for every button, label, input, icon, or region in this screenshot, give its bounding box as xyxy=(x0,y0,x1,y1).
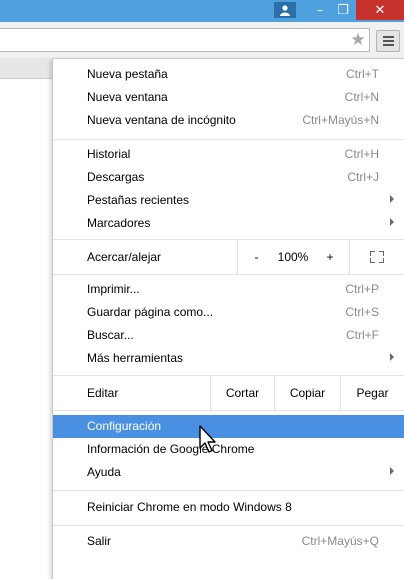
window-titlebar: – ❐ ✕ xyxy=(0,0,404,22)
menu-separator xyxy=(53,525,404,526)
zoom-in-button[interactable]: + xyxy=(311,240,349,274)
hamburger-menu-icon xyxy=(383,36,394,38)
submenu-arrow-icon xyxy=(390,195,394,203)
zoom-level: 100% xyxy=(277,250,309,264)
menu-item-relaunch-windows8[interactable]: Reiniciar Chrome en modo Windows 8 xyxy=(53,496,404,519)
menu-item-history[interactable]: Historial Ctrl+H xyxy=(53,143,404,166)
menu-item-print[interactable]: Imprimir... Ctrl+P xyxy=(53,278,404,301)
menu-item-downloads[interactable]: Descargas Ctrl+J xyxy=(53,166,404,189)
browser-toolbar: ★ xyxy=(0,22,404,59)
menu-row-edit: Editar Cortar Copiar Pegar xyxy=(53,376,404,410)
menu-row-zoom: Acercar/alejar - 100% + xyxy=(53,240,404,274)
menu-item-incognito-window[interactable]: Nueva ventana de incógnito Ctrl+Mayús+N xyxy=(53,109,404,132)
menu-item-new-tab[interactable]: Nueva pestaña Ctrl+T xyxy=(53,63,404,86)
menu-separator xyxy=(53,490,404,491)
chrome-menu-button[interactable] xyxy=(376,30,400,52)
menu-item-find[interactable]: Buscar... Ctrl+F xyxy=(53,324,404,347)
menu-separator xyxy=(53,139,404,140)
chrome-menu: Nueva pestaña Ctrl+T Nueva ventana Ctrl+… xyxy=(52,58,404,579)
menu-separator xyxy=(53,410,404,411)
menu-separator xyxy=(53,274,404,275)
menu-item-new-window[interactable]: Nueva ventana Ctrl+N xyxy=(53,86,404,109)
menu-item-bookmarks[interactable]: Marcadores xyxy=(53,212,404,235)
submenu-arrow-icon xyxy=(390,353,394,361)
fullscreen-button[interactable] xyxy=(349,240,404,274)
menu-item-more-tools[interactable]: Más herramientas xyxy=(53,347,404,370)
menu-item-about-chrome[interactable]: Información de Google Chrome xyxy=(53,438,404,461)
fullscreen-icon xyxy=(370,251,384,263)
paste-button[interactable]: Pegar xyxy=(340,376,404,410)
edit-label: Editar xyxy=(87,386,119,400)
cut-button[interactable]: Cortar xyxy=(210,376,274,410)
maximize-button[interactable]: ❐ xyxy=(332,0,354,20)
menu-item-settings[interactable]: Configuración xyxy=(53,415,404,438)
submenu-arrow-icon xyxy=(390,218,394,226)
zoom-out-button[interactable]: - xyxy=(237,240,275,274)
copy-button[interactable]: Copiar xyxy=(274,376,340,410)
menu-item-exit[interactable]: Salir Ctrl+Mayús+Q xyxy=(53,530,404,553)
user-icon[interactable] xyxy=(274,2,296,18)
page-content-edge xyxy=(0,58,52,79)
zoom-label: Acercar/alejar xyxy=(87,250,162,264)
star-icon[interactable]: ★ xyxy=(349,31,367,49)
close-button[interactable]: ✕ xyxy=(356,0,404,20)
mouse-pointer-icon xyxy=(199,425,216,453)
minimize-button[interactable]: – xyxy=(308,0,332,20)
menu-item-help[interactable]: Ayuda xyxy=(53,461,404,484)
menu-item-save-page[interactable]: Guardar página como... Ctrl+S xyxy=(53,301,404,324)
address-bar[interactable]: ★ xyxy=(0,28,370,52)
submenu-arrow-icon xyxy=(390,467,394,475)
menu-item-recent-tabs[interactable]: Pestañas recientes xyxy=(53,189,404,212)
